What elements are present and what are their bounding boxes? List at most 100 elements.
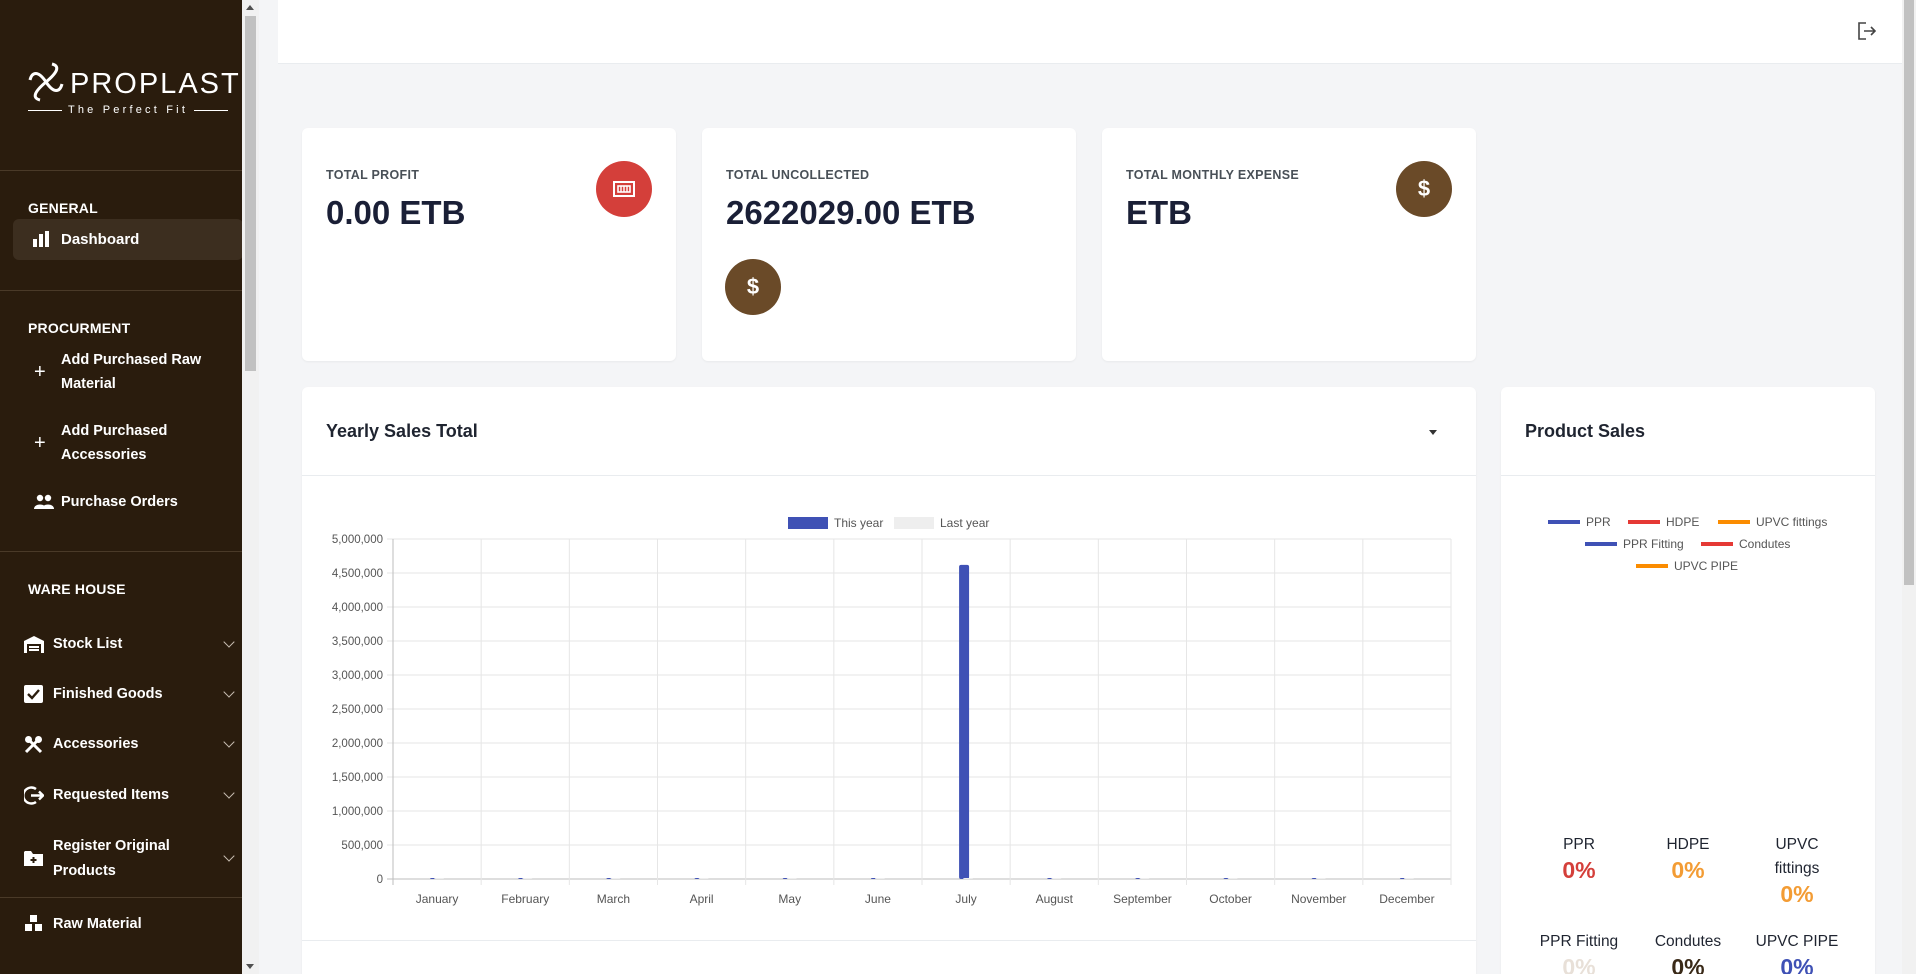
sidebar-item-raw-material[interactable]: Raw Material <box>0 912 242 937</box>
product-stat-ppr-fitting: PPR Fitting 0% <box>1534 930 1624 974</box>
y-tick-label: 4,000,000 <box>332 602 383 614</box>
sidebar-divider <box>0 551 259 552</box>
product-stat-hdpe: HDPE 0% <box>1643 833 1733 883</box>
sidebar-item-accessories[interactable]: Accessories <box>0 732 242 757</box>
sidebar-item-label: Purchase Orders <box>61 494 178 510</box>
legend-label: HDPE <box>1666 515 1700 529</box>
page-scrollbar[interactable] <box>1902 0 1916 974</box>
x-tick-label: February <box>501 892 549 906</box>
dollar-icon: $ <box>725 259 781 315</box>
boxes-icon <box>25 915 42 931</box>
tagline-rule <box>28 109 62 111</box>
section-title-warehouse: WARE HOUSE <box>28 581 126 597</box>
sidebar-item-purchase-orders[interactable]: Purchase Orders <box>0 490 259 514</box>
sidebar-item-dashboard[interactable]: Dashboard <box>13 219 243 260</box>
y-tick-label: 4,500,000 <box>332 568 383 580</box>
sidebar-item-add-accessories[interactable]: + Add Purchased Accessories <box>0 419 259 469</box>
y-tick-label: 5,000,000 <box>332 534 383 546</box>
legend-swatch <box>1585 542 1617 546</box>
x-tick-label: September <box>1113 892 1172 906</box>
legend-item-ppr[interactable]: PPR <box>1548 515 1611 529</box>
product-stat-value: 0% <box>1780 954 1814 974</box>
legend-item-ppr-fitting[interactable]: PPR Fitting <box>1585 537 1684 551</box>
bar-april-last-year <box>698 878 709 879</box>
bar-january-last-year <box>434 878 445 879</box>
product-stat-value: 0% <box>1671 954 1705 974</box>
product-stat-condutes: Condutes 0% <box>1643 930 1733 974</box>
tools-icon <box>24 736 43 754</box>
sidebar-item-label: Register Original Products <box>53 838 170 879</box>
stat-card-total-profit: TOTAL PROFIT 0.00 ETB <box>302 128 676 361</box>
legend-label: Condutes <box>1739 537 1791 551</box>
bar-december-last-year <box>1403 878 1414 879</box>
chevron-down-icon <box>223 686 235 698</box>
legend-swatch <box>788 517 828 529</box>
legend-swatch <box>894 517 934 529</box>
sidebar-item-label: Finished Goods <box>53 686 163 702</box>
sidebar-item-label: Add Purchased Raw Material <box>61 352 202 392</box>
bar-chart-icon <box>33 231 49 247</box>
x-tick-label: August <box>1036 892 1074 906</box>
warehouse-icon <box>24 636 44 653</box>
product-stat-upvc-pipe: UPVC PIPE 0% <box>1752 930 1842 974</box>
brand-logo[interactable]: PROPLAST The Perfect Fit <box>28 62 239 122</box>
legend-swatch <box>1636 564 1668 568</box>
dropdown-caret-icon[interactable] <box>1429 430 1437 435</box>
legend-item-upvc-fittings[interactable]: UPVC fittings <box>1718 515 1827 529</box>
x-tick-label: July <box>955 892 976 906</box>
stat-card-total-uncollected: TOTAL UNCOLLECTED 2622029.00 ETB $ <box>702 128 1076 361</box>
bar-march-last-year <box>610 878 621 879</box>
sidebar-scroll-thumb[interactable] <box>245 16 256 371</box>
product-stat-ppr: PPR 0% <box>1534 833 1624 883</box>
stat-value: 0.00 ETB <box>326 194 466 231</box>
product-stat-name: Condutes <box>1654 933 1722 950</box>
top-bar <box>278 0 1902 64</box>
stat-card-total-monthly-expense: TOTAL MONTHLY EXPENSE ETB $ <box>1102 128 1476 361</box>
product-stat-name: PPR Fitting <box>1539 933 1619 950</box>
brand-name: PROPLAST <box>70 68 241 100</box>
y-tick-label: 2,000,000 <box>332 738 383 750</box>
legend-item-condutes[interactable]: Condutes <box>1701 537 1790 551</box>
product-stat-name: UPVC fittings <box>1774 836 1820 877</box>
legend-swatch <box>1548 520 1580 524</box>
x-tick-label: October <box>1209 892 1252 906</box>
sidebar-scrollbar[interactable] <box>242 0 259 974</box>
chevron-down-icon <box>223 736 235 748</box>
proplast-logo-icon <box>28 62 64 102</box>
product-stat-name: PPR <box>1563 836 1595 853</box>
tagline-rule <box>194 109 229 111</box>
scroll-down-arrow-icon[interactable] <box>246 964 254 969</box>
brand-tagline-row: The Perfect Fit <box>28 104 229 116</box>
product-stat-value: 0% <box>1562 857 1596 883</box>
bar-october-last-year <box>1227 878 1238 879</box>
logout-icon[interactable] <box>1857 22 1877 40</box>
sidebar-item-label: Raw Material <box>53 916 142 932</box>
sidebar-item-add-raw-material[interactable]: + Add Purchased Raw Material <box>0 348 259 398</box>
yearly-sales-chart: This year Last year 0 500,000 1,000,000 1,500… <box>332 516 1452 906</box>
stat-label: TOTAL MONTHLY EXPENSE <box>1126 168 1299 182</box>
legend-item-upvc-pipe[interactable]: UPVC PIPE <box>1636 559 1738 573</box>
sidebar-item-label: Dashboard <box>61 231 140 248</box>
sidebar-item-register-original-products[interactable]: Register Original Products <box>0 834 242 884</box>
sidebar-divider <box>0 290 259 291</box>
sidebar-item-label: Stock List <box>53 636 123 652</box>
dollar-icon: $ <box>1396 161 1452 217</box>
chevron-down-icon <box>223 850 235 862</box>
stat-label: TOTAL UNCOLLECTED <box>726 168 870 182</box>
panel-separator <box>302 940 1476 941</box>
scroll-up-arrow-icon[interactable] <box>246 5 254 10</box>
y-tick-label: 1,500,000 <box>332 772 383 784</box>
sidebar-item-requested-items[interactable]: Requested Items <box>0 783 242 808</box>
sidebar-item-finished-goods[interactable]: Finished Goods <box>0 682 242 707</box>
y-tick-label: 3,000,000 <box>332 670 383 682</box>
y-tick-label: 2,500,000 <box>332 704 383 716</box>
sidebar-item-stock-list[interactable]: Stock List <box>0 632 242 657</box>
page-scroll-thumb[interactable] <box>1904 0 1914 585</box>
section-title-procurement: PROCURMENT <box>28 320 131 336</box>
sidebar-item-label: Accessories <box>53 736 139 752</box>
bill-icon <box>613 181 635 197</box>
x-tick-label: June <box>865 892 891 906</box>
product-stat-name: HDPE <box>1666 836 1710 853</box>
bar-july-this-year <box>959 564 970 879</box>
legend-item-hdpe[interactable]: HDPE <box>1628 515 1699 529</box>
